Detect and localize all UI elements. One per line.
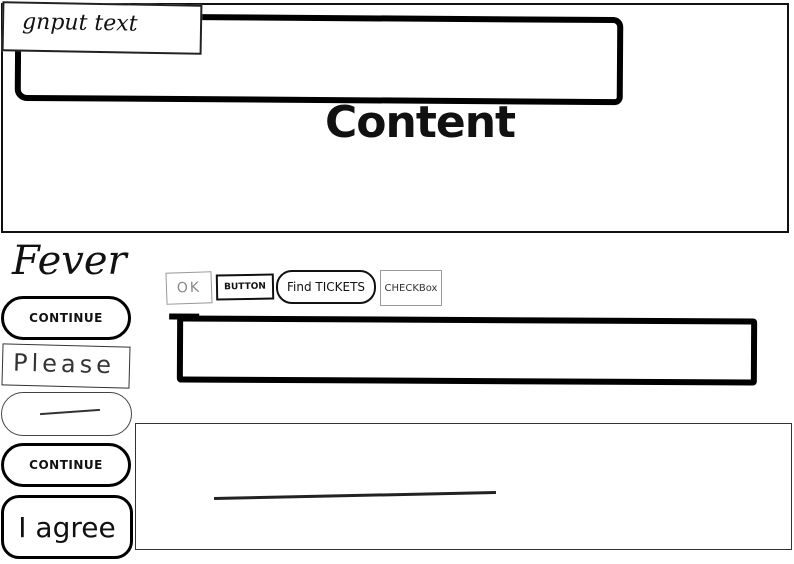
agree-button[interactable]: I agree	[1, 495, 133, 559]
checkbox-button[interactable]: CHECKBox	[380, 270, 442, 306]
input-bar-stroke	[169, 313, 200, 320]
please-input[interactable]: Please	[1, 343, 131, 389]
find-tickets-button[interactable]: Find TICKETS	[276, 270, 376, 304]
continue-button[interactable]: CONTINUE	[1, 296, 131, 340]
placeholder-line	[213, 491, 497, 500]
bottom-content-panel	[135, 423, 792, 550]
continue-button-secondary[interactable]: CONTINUE	[1, 443, 131, 487]
scribble-mark	[40, 408, 100, 416]
blank-pill-button[interactable]	[1, 392, 132, 436]
ok-button[interactable]: OK	[165, 271, 213, 305]
middle-text-input[interactable]	[169, 313, 758, 386]
content-heading: Content	[325, 97, 516, 148]
app-title: Fever	[12, 238, 127, 284]
generic-button[interactable]: BUTTON	[215, 273, 275, 301]
input-text-label: gnput text	[1, 1, 203, 55]
